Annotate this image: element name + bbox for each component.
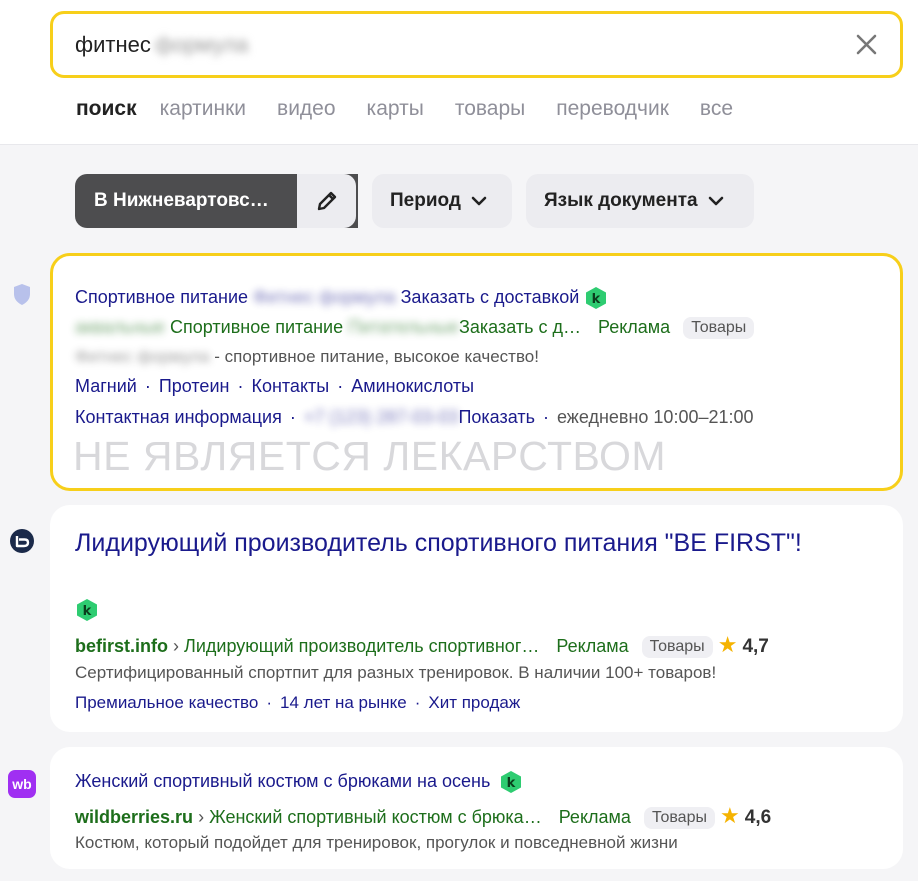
url-domain: аквальные (75, 317, 166, 337)
star-icon: ★ (717, 632, 738, 657)
ad-label: Реклама (556, 636, 629, 656)
show-phone-link[interactable]: Показать (458, 407, 535, 427)
search-tabs: поиск картинки видео карты товары перево… (76, 97, 764, 121)
result-snippet: Костюм, который подойдет для тренировок,… (75, 833, 678, 852)
rating-value: 4,6 (744, 807, 772, 828)
result-url[interactable]: befirst.info › Лидирующий производитель … (75, 632, 769, 659)
shield-favicon-icon (14, 284, 30, 305)
k-verified-icon: k (586, 287, 607, 310)
tab-translator[interactable]: переводчик (556, 97, 669, 121)
k-verified-icon: k (501, 771, 522, 794)
result-title[interactable]: Лидирующий производитель спортивного пит… (75, 526, 815, 560)
tab-maps[interactable]: карты (367, 97, 424, 121)
result-title[interactable]: Спортивное питание Фитнес формула Заказа… (75, 280, 608, 314)
phone-blurred: +7 (123) 287-03-03 (303, 407, 459, 427)
svg-text:k: k (83, 604, 92, 619)
url-crumb-blurred: Питательные (348, 317, 459, 337)
ad-label: Реклама (597, 317, 671, 337)
url-crumb: Женский спортивный костюм с брюка… (209, 807, 542, 827)
edit-region-button[interactable] (297, 174, 356, 228)
tab-all[interactable]: все (700, 97, 733, 121)
sitelink[interactable]: Хит продаж (428, 693, 520, 712)
title-part: Заказать с доставкой (400, 287, 580, 307)
period-filter[interactable]: Период (372, 174, 512, 228)
tab-search[interactable]: поиск (76, 97, 137, 121)
k-verified-icon: k (77, 599, 97, 621)
search-query[interactable]: фитнес формула (75, 32, 248, 58)
url-crumb: Лидирующий производитель спортивног… (184, 636, 540, 656)
result-card: Лидирующий производитель спортивного пит… (50, 505, 903, 732)
sitelinks: Магний · Протеин · Контакты · Аминокислоты (75, 376, 475, 396)
search-query-blurred: формула (154, 32, 249, 57)
sitelinks: Премиальное качество · 14 лет на рынке · Хит… (75, 693, 521, 712)
title-part: Спортивное питание (75, 287, 249, 307)
result-card: Женский спортивный костюм с брюками на о… (50, 747, 903, 869)
sitelink[interactable]: Магний (75, 376, 137, 396)
url-crumb: Спортивное питание (170, 317, 344, 337)
result-snippet: Фитнес формула - спортивное питание, выс… (75, 347, 539, 367)
language-filter[interactable]: Язык документа (526, 174, 754, 228)
pencil-icon (317, 191, 336, 211)
disclaimer-watermark: НЕ ЯВЛЯЕТСЯ ЛЕКАРСТВОМ (73, 433, 667, 479)
result-url[interactable]: wildberries.ru › Женский спортивный кост… (75, 803, 772, 830)
tab-video[interactable]: видео (277, 97, 336, 121)
contact-info-link[interactable]: Контактная информация (75, 407, 282, 427)
befirst-favicon-icon (10, 529, 34, 553)
close-icon[interactable] (853, 31, 880, 58)
search-query-text: фитнес (75, 32, 151, 57)
header: фитнес формула поиск картинки видео карты… (0, 0, 918, 145)
result-title[interactable]: Женский спортивный костюм с брюками на о… (75, 764, 523, 798)
sitelink[interactable]: Премиальное качество (75, 693, 258, 712)
contact-line: Контактная информация · +7 (123) 287-03-03… (75, 407, 754, 427)
url-domain: wildberries.ru (75, 807, 194, 827)
region-filter-label: В Нижневартовс… (94, 190, 269, 211)
svg-text:k: k (592, 292, 601, 307)
products-badge[interactable]: Товары (643, 807, 715, 830)
snippet-blurred: Фитнес формула (75, 347, 210, 366)
snippet-text: - спортивное питание, высокое качество! (214, 347, 539, 366)
url-domain: befirst.info (75, 636, 168, 656)
title-blurred: Фитнес формула (253, 287, 396, 307)
rating-value: 4,7 (742, 636, 769, 657)
svg-text:k: k (507, 776, 516, 791)
url-crumb: Заказать с д… (459, 317, 581, 337)
sitelink[interactable]: Аминокислоты (351, 376, 474, 396)
sitelink[interactable]: Контакты (251, 376, 329, 396)
working-hours: ежедневно 10:00–21:00 (556, 407, 754, 427)
ad-label: Реклама (558, 807, 631, 827)
tab-images[interactable]: картинки (160, 97, 246, 121)
tab-products[interactable]: товары (455, 97, 525, 121)
sitelink[interactable]: 14 лет на рынке (280, 693, 407, 712)
chevron-down-icon (708, 196, 723, 206)
sitelink[interactable]: Протеин (159, 376, 230, 396)
result-card: Спортивное питание Фитнес формула Заказа… (50, 253, 903, 491)
wildberries-favicon-icon: wb (8, 770, 36, 798)
chevron-down-icon (471, 196, 487, 206)
language-filter-label: Язык документа (544, 190, 698, 211)
products-badge[interactable]: Товары (683, 317, 755, 340)
search-input[interactable]: фитнес формула (50, 11, 903, 78)
period-filter-label: Период (390, 190, 461, 211)
result-url[interactable]: аквальные Спортивное питание Питательные… (75, 317, 755, 340)
title-text: Женский спортивный костюм с брюками на о… (75, 771, 491, 791)
products-badge[interactable]: Товары (641, 636, 713, 659)
star-icon: ★ (720, 803, 740, 828)
result-snippet: Сертифицированный спортпит для разных тр… (75, 663, 717, 682)
